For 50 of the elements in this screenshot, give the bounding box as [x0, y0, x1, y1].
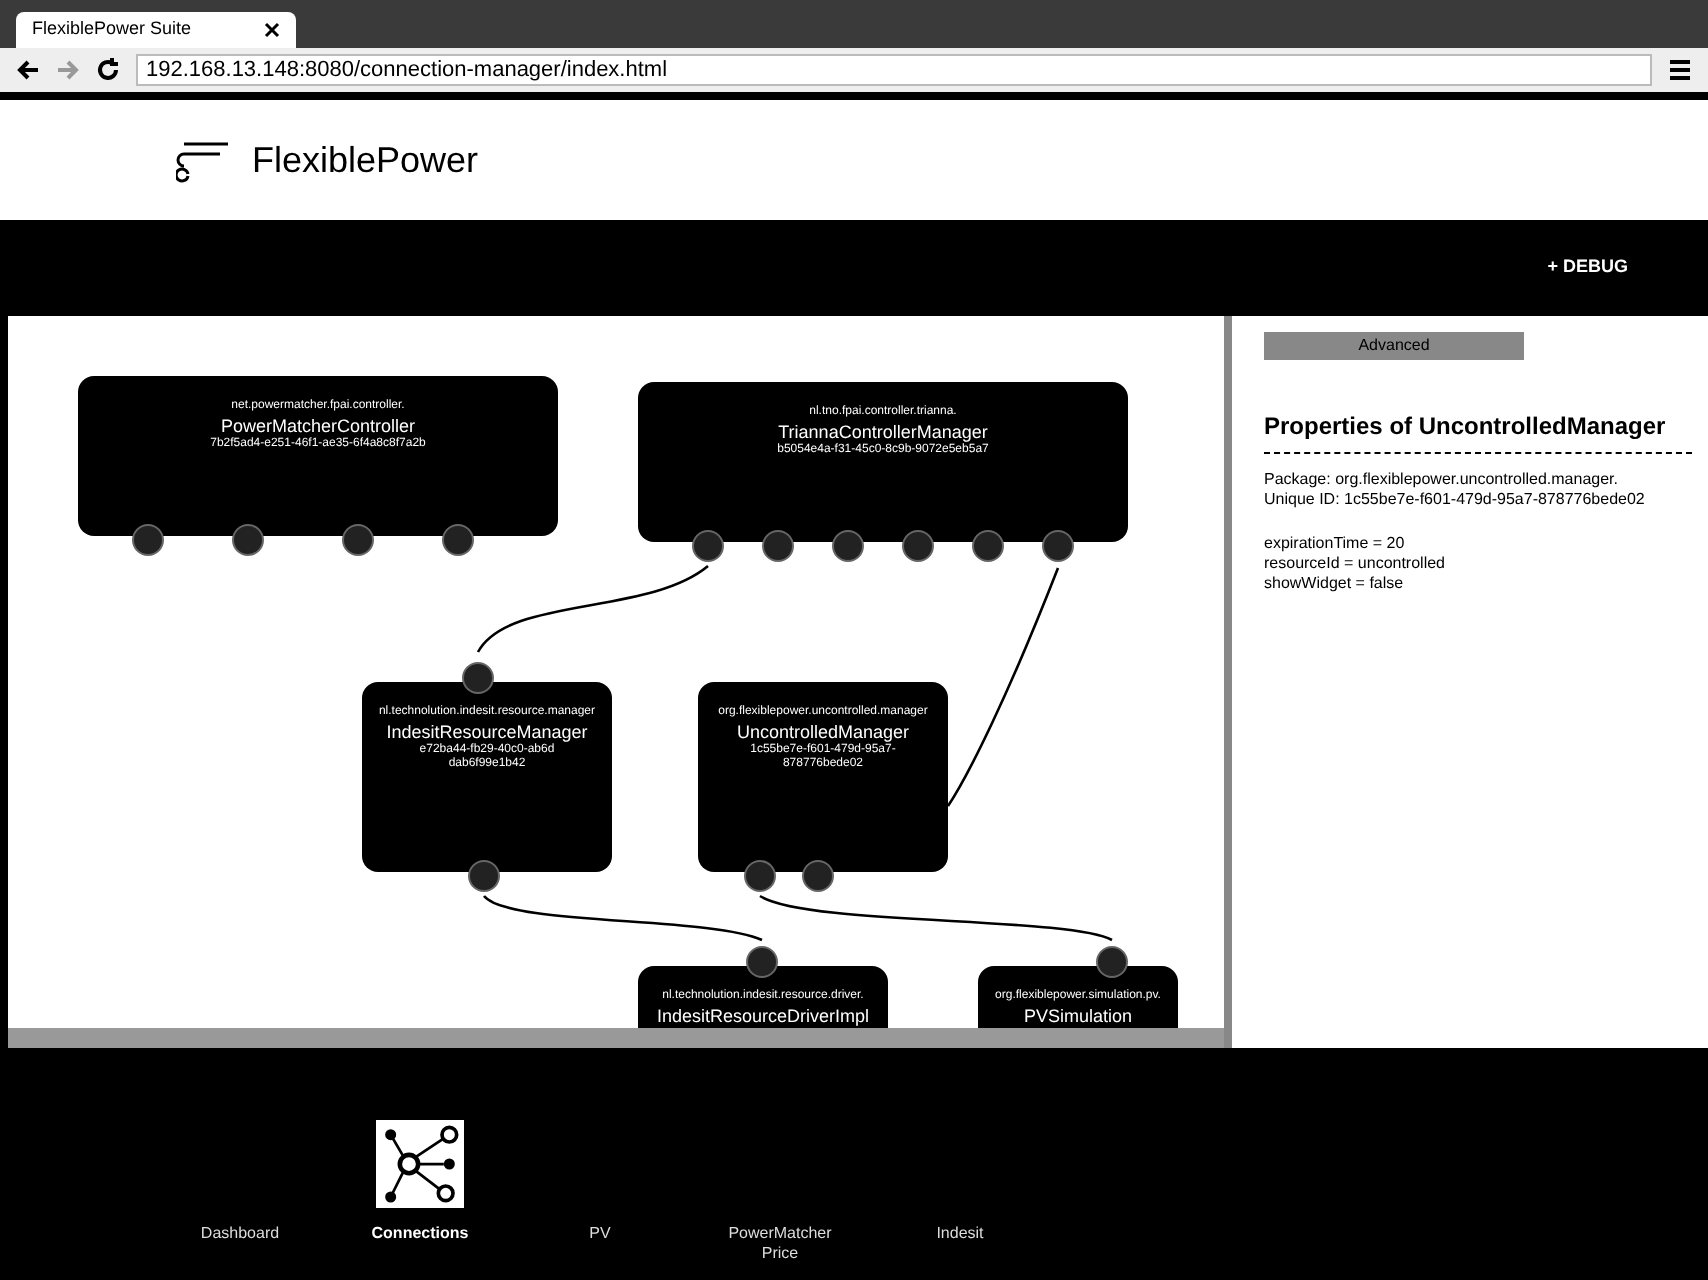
nav-item[interactable]: Connections — [330, 1120, 510, 1264]
port-icon[interactable] — [744, 860, 776, 892]
node-name: PVSimulation — [1023, 1005, 1133, 1028]
property-info: Unique ID: 1c55be7e-f601-479d-95a7-878776bede02 — [1264, 490, 1647, 510]
nav-label: Dashboard — [198, 1224, 282, 1246]
port-icon[interactable] — [692, 530, 724, 562]
nav-item[interactable]: PV — [510, 1120, 690, 1264]
nav-label: Indesit — [934, 1224, 986, 1246]
property-value: showWidget = false — [1264, 574, 1406, 594]
node-name: TriannaControllerManager — [778, 421, 988, 443]
port-icon[interactable] — [1042, 530, 1074, 562]
address-field[interactable]: 192.168.13.148:8080/connection-manager/index.html — [136, 54, 1652, 86]
nav-item[interactable]: Dashboard — [150, 1120, 330, 1264]
advanced-button[interactable]: Advanced — [1264, 332, 1524, 360]
reload-icon[interactable] — [96, 58, 120, 82]
port-icon[interactable] — [746, 946, 778, 978]
nav-item[interactable]: Indesit — [870, 1120, 1050, 1264]
port-icon[interactable] — [1096, 946, 1128, 978]
nav-label: PowerMatcher Price — [726, 1224, 834, 1264]
node-name: PowerMatcherController — [220, 415, 416, 437]
node-name: IndesitResourceDriverImpl — [656, 1005, 870, 1028]
logo-text: FlexiblePower — [252, 137, 479, 183]
menu-icon[interactable] — [1668, 58, 1692, 82]
port-icon[interactable] — [442, 524, 474, 556]
property-value: expirationTime = 20 — [1264, 534, 1407, 554]
nav-item[interactable]: PowerMatcher Price — [690, 1120, 870, 1264]
browser-tab[interactable]: FlexiblePower Suite — [16, 12, 296, 48]
back-icon[interactable] — [16, 58, 40, 82]
port-icon[interactable] — [132, 524, 164, 556]
node-name: IndesitResourceManager — [386, 721, 588, 743]
port-icon[interactable] — [832, 530, 864, 562]
network-icon — [376, 1120, 464, 1208]
property-value: resourceId = uncontrolled — [1264, 554, 1447, 574]
tab-title: FlexiblePower Suite — [32, 16, 194, 43]
close-icon[interactable] — [264, 22, 280, 38]
port-icon[interactable] — [232, 524, 264, 556]
port-icon[interactable] — [762, 530, 794, 562]
node-name: UncontrolledManager — [736, 721, 910, 743]
nav-label: PV — [587, 1224, 613, 1246]
port-icon[interactable] — [802, 860, 834, 892]
horizontal-scrollbar[interactable] — [8, 1028, 1224, 1048]
properties-title: Properties of UncontrolledManager — [1264, 408, 1692, 454]
port-icon[interactable] — [342, 524, 374, 556]
nav-label: Connections — [369, 1224, 471, 1246]
debug-link[interactable]: + DEBUG — [1547, 254, 1628, 282]
port-icon[interactable] — [972, 530, 1004, 562]
port-icon[interactable] — [468, 860, 500, 892]
port-icon[interactable] — [902, 530, 934, 562]
property-info: Package: org.flexiblepower.uncontrolled.manager. — [1264, 470, 1620, 490]
port-icon[interactable] — [462, 662, 494, 694]
